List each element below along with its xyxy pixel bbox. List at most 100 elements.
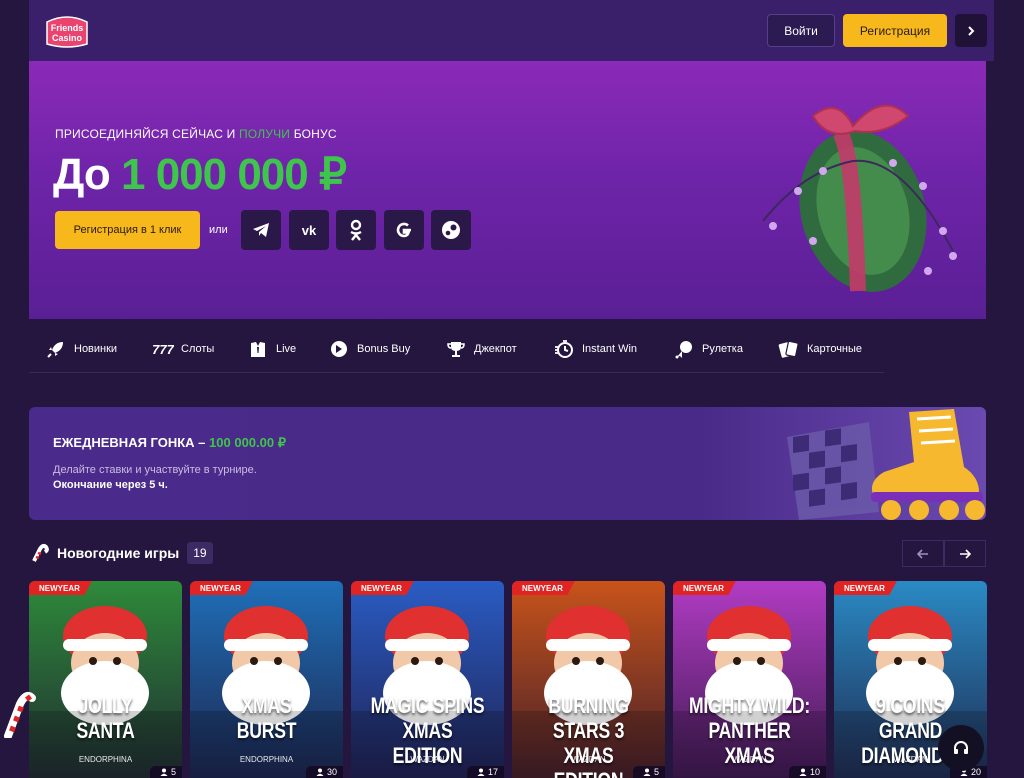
roulette-icon bbox=[673, 338, 695, 360]
hero-subtitle: ПРИСОЕДИНЯЙСЯ СЕЙЧАС И ПОЛУЧИ БОНУС bbox=[55, 127, 337, 141]
game-title: BURNING STARS 3 XMAS EDITION bbox=[548, 693, 629, 778]
hero-subtitle-part1: ПРИСОЕДИНЯЙСЯ СЕЙЧАС И bbox=[55, 127, 236, 141]
category-novinki[interactable]: Новинки bbox=[45, 336, 117, 362]
svg-text:vk: vk bbox=[302, 223, 317, 237]
arrow-left-icon bbox=[917, 548, 928, 559]
race-title: ЕЖЕДНЕВНАЯ ГОНКА – 100 000.00 ₽ bbox=[53, 435, 286, 451]
svg-text:777: 777 bbox=[152, 342, 174, 356]
hero-title-prefix: До bbox=[53, 150, 111, 199]
category-label: Рулетка bbox=[702, 343, 743, 355]
arrow-right-icon bbox=[960, 548, 971, 559]
steam-login-button[interactable] bbox=[431, 210, 471, 250]
google-login-button[interactable] bbox=[384, 210, 424, 250]
players-count-value: 10 bbox=[809, 767, 820, 777]
bonus-buy-icon bbox=[328, 338, 350, 360]
google-icon bbox=[396, 222, 411, 238]
hero-bonus-amount: 1 000 000 ₽ bbox=[121, 150, 347, 199]
support-chat-button[interactable] bbox=[938, 725, 984, 771]
game-provider: WAZDAN bbox=[410, 755, 445, 764]
roller-skate-illustration bbox=[787, 409, 985, 520]
players-count: 5 bbox=[149, 766, 182, 778]
game-provider: WAZDAN bbox=[732, 755, 767, 764]
category-label: Bonus Buy bbox=[357, 343, 411, 355]
game-title: JOLLY SANTA bbox=[76, 693, 135, 743]
newyear-tag: NEWYEAR bbox=[673, 581, 736, 595]
players-count-value: 30 bbox=[326, 767, 337, 777]
game-artwork bbox=[29, 606, 182, 778]
expand-button[interactable] bbox=[955, 14, 987, 47]
carousel-prev-button[interactable] bbox=[902, 540, 944, 567]
category-bonus-buy[interactable]: Bonus Buy bbox=[328, 336, 410, 362]
hero-subtitle-highlight: ПОЛУЧИ bbox=[238, 127, 291, 141]
telegram-login-button[interactable] bbox=[241, 210, 281, 250]
friends-casino-logo[interactable]: Friends Casino bbox=[43, 14, 91, 48]
game-card[interactable]: NEWYEAR JOLLY SANTA ENDORPHINA 5 bbox=[29, 581, 182, 778]
race-prize-amount: 100 000.00 ₽ bbox=[209, 435, 286, 450]
steam-icon bbox=[442, 221, 460, 239]
hero-banner: ПРИСОЕДИНЯЙСЯ СЕЙЧАС И ПОЛУЧИ БОНУС До 1… bbox=[29, 61, 986, 319]
chevron-right-icon bbox=[968, 25, 975, 36]
new-year-games-header: Новогодние игры 19 bbox=[29, 538, 213, 568]
category-label: Джекпот bbox=[474, 343, 517, 355]
hero-title: До 1 000 000 ₽ bbox=[53, 149, 347, 200]
hero-subtitle-part2: БОНУС bbox=[293, 127, 337, 141]
or-label: или bbox=[209, 224, 228, 236]
logo-text-casino: Casino bbox=[52, 33, 83, 43]
game-title: XMAS BURST bbox=[236, 693, 297, 743]
trophy-icon bbox=[445, 338, 467, 360]
candy-cane-decoration bbox=[4, 692, 36, 738]
category-instant-win[interactable]: Instant Win bbox=[553, 336, 637, 362]
game-card[interactable]: NEWYEAR MAGIC SPINS XMAS EDITION WAZDAN 17 bbox=[351, 581, 504, 778]
category-label: Карточные bbox=[807, 343, 863, 355]
category-label: Новинки bbox=[74, 343, 118, 355]
category-jackpot[interactable]: Джекпот bbox=[445, 336, 517, 362]
players-count-value: 20 bbox=[970, 767, 981, 777]
newyear-tag: NEWYEAR bbox=[351, 581, 414, 595]
section-count-badge: 19 bbox=[187, 542, 213, 564]
race-ends-in: Окончание через 5 ч. bbox=[53, 479, 168, 491]
game-card[interactable]: NEWYEAR MIGHTY WILD: PANTHER XMAS WAZDAN 10 bbox=[673, 581, 826, 778]
live-dealer-icon bbox=[247, 338, 269, 360]
players-count: 30 bbox=[305, 766, 343, 778]
register-button[interactable]: Регистрация bbox=[843, 14, 947, 47]
daily-race-banner[interactable]: ЕЖЕДНЕВНАЯ ГОНКА – 100 000.00 ₽ Делайте … bbox=[29, 407, 986, 520]
odnoklassniki-login-button[interactable] bbox=[336, 210, 376, 250]
players-count-value: 17 bbox=[487, 767, 498, 777]
odnoklassniki-icon bbox=[350, 219, 362, 241]
logo-text-friends: Friends bbox=[51, 23, 84, 33]
game-card[interactable]: NEWYEAR BURNING STARS 3 XMAS EDITIONWAZDA… bbox=[512, 581, 665, 778]
user-icon bbox=[316, 768, 324, 776]
instant-win-icon bbox=[553, 338, 575, 360]
user-icon bbox=[643, 768, 651, 776]
category-roulette[interactable]: Рулетка bbox=[673, 336, 743, 362]
top-header: Friends Casino Войти Регистрация bbox=[29, 0, 994, 61]
category-label: Instant Win bbox=[582, 343, 638, 355]
race-description: Делайте ставки и участвуйте в турнире. bbox=[53, 464, 257, 476]
newyear-tag: NEWYEAR bbox=[834, 581, 897, 595]
section-title: Новогодние игры bbox=[57, 545, 180, 561]
user-icon bbox=[160, 768, 168, 776]
category-nav: Новинки 777 Слоты Live Bonus Buy Джекпот… bbox=[29, 325, 884, 373]
game-provider: ENDORPHINA bbox=[239, 755, 294, 764]
category-live[interactable]: Live bbox=[247, 336, 296, 362]
telegram-icon bbox=[253, 223, 269, 237]
category-cards[interactable]: Карточные bbox=[778, 336, 862, 362]
newyear-tag: NEWYEAR bbox=[190, 581, 253, 595]
game-artwork bbox=[190, 606, 343, 778]
players-count: 10 bbox=[788, 766, 826, 778]
category-slots[interactable]: 777 Слоты bbox=[152, 336, 214, 362]
players-count-value: 5 bbox=[653, 767, 659, 777]
players-count: 5 bbox=[632, 766, 665, 778]
candy-cane-icon bbox=[32, 543, 49, 562]
rocket-icon bbox=[45, 338, 67, 360]
carousel-next-button[interactable] bbox=[944, 540, 986, 567]
players-count-value: 5 bbox=[170, 767, 176, 777]
oneclick-register-button[interactable]: Регистрация в 1 клик bbox=[55, 211, 200, 249]
game-provider: WAZDAN bbox=[571, 755, 606, 764]
login-button[interactable]: Войти bbox=[767, 14, 835, 47]
cards-icon bbox=[778, 338, 800, 360]
headset-icon bbox=[954, 741, 968, 754]
vk-login-button[interactable]: vk bbox=[289, 210, 329, 250]
category-label: Live bbox=[276, 343, 297, 355]
game-card[interactable]: NEWYEAR XMAS BURST ENDORPHINA 30 bbox=[190, 581, 343, 778]
